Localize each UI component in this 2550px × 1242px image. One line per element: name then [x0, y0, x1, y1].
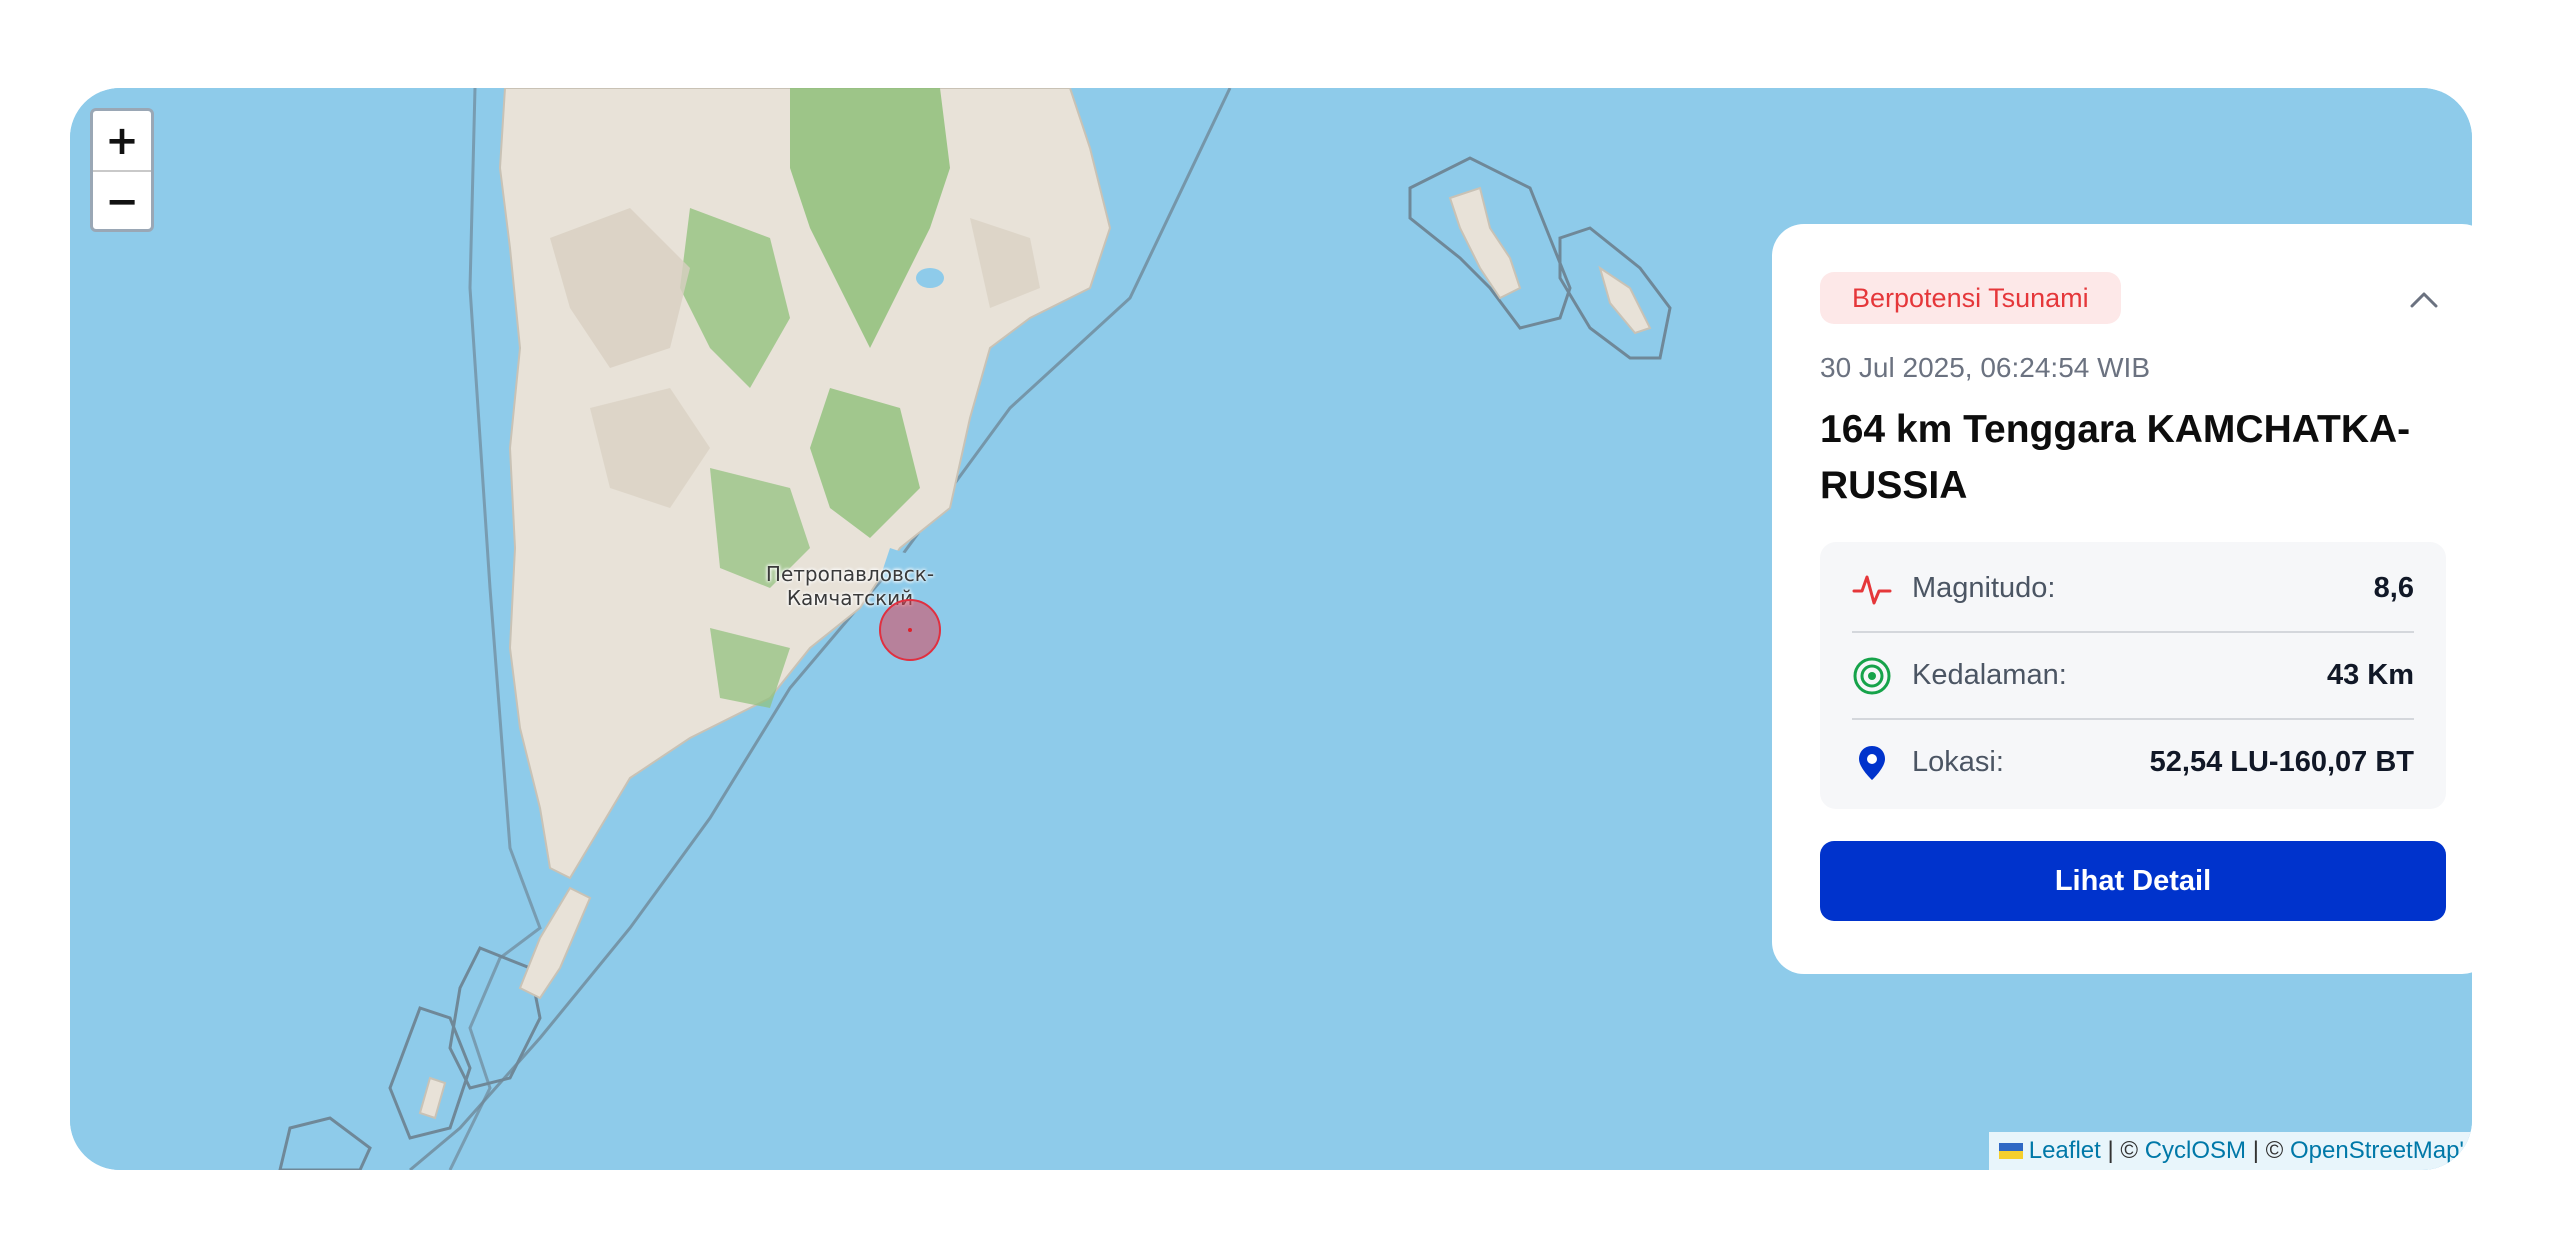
epicenter-dot [908, 628, 912, 632]
zoom-control: + − [90, 108, 154, 232]
target-icon [1853, 657, 1891, 694]
location-label: Lokasi: [1912, 746, 2004, 778]
leaflet-link[interactable]: Leaflet [2029, 1132, 2101, 1170]
zoom-in-button[interactable]: + [93, 111, 151, 172]
event-details: Magnitudo: 8,6 Kedalaman: 43 Km Lokasi: … [1820, 542, 2446, 809]
pulse-icon [1852, 575, 1892, 604]
event-title: 164 km Tenggara KAMCHATKA-RUSSIA [1820, 408, 2411, 507]
zoom-out-button[interactable]: − [93, 172, 151, 231]
openstreetmap-link[interactable]: OpenStreetMap' [2290, 1132, 2464, 1170]
ukraine-flag-icon [1998, 1143, 2023, 1159]
location-row: Lokasi: 52,54 LU-160,07 BT [1852, 720, 2414, 805]
map-container[interactable]: Петропавловск- Камчатский + − Leaflet | … [70, 88, 2472, 1170]
event-datetime: 30 Jul 2025, 06:24:54 WIB [1820, 352, 2150, 383]
magnitude-label: Magnitudo: [1912, 572, 2056, 604]
cyclosm-link[interactable]: CyclOSM [2145, 1132, 2246, 1170]
magnitude-value: 8,6 [2373, 572, 2414, 604]
location-value: 52,54 LU-160,07 BT [2149, 746, 2414, 778]
view-detail-button[interactable]: Lihat Detail [1820, 841, 2446, 921]
depth-row: Kedalaman: 43 Km [1852, 633, 2414, 720]
map-pin-icon [1859, 745, 1885, 780]
tsunami-status-badge: Berpotensi Tsunami [1820, 272, 2121, 324]
magnitude-row: Magnitudo: 8,6 [1852, 546, 2414, 633]
depth-label: Kedalaman: [1912, 659, 2067, 691]
chevron-up-icon[interactable] [2404, 280, 2444, 320]
map-attribution: Leaflet | © CyclOSM | © OpenStreetMap' [1988, 1132, 2472, 1170]
depth-value: 43 Km [2326, 659, 2414, 691]
city-label-petropavlovsk: Петропавловск- Камчатский [765, 562, 935, 610]
earthquake-info-card: Berpotensi Tsunami 30 Jul 2025, 06:24:54… [1772, 224, 2472, 974]
earthquake-epicenter-marker[interactable] [879, 599, 941, 661]
